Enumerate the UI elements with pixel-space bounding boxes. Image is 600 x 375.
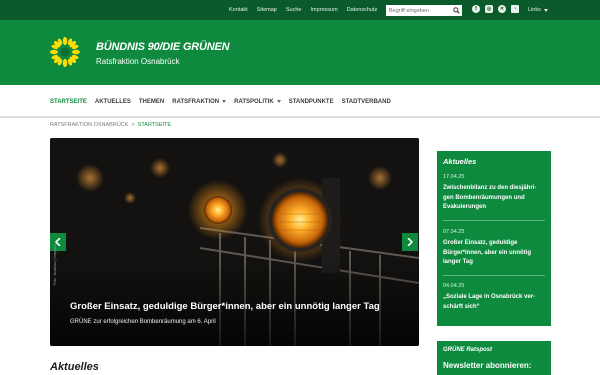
utility-links: Kontakt Sitemap Suche Impressum Datensch… bbox=[229, 0, 377, 20]
news-headline: Großer Einsatz, geduldige Bürger*innen, … bbox=[443, 239, 545, 268]
nav-item-label: RATSPOLITIK bbox=[234, 98, 274, 105]
nav-item-label: STADTVERBAND bbox=[341, 98, 391, 105]
breadcrumb-parent[interactable]: RATSFRAKTION OSNABRÜCK bbox=[50, 122, 128, 128]
search-icon[interactable] bbox=[451, 5, 462, 16]
nav-item-themen[interactable]: THEMEN bbox=[139, 99, 164, 105]
news-date: 04.04.25 bbox=[443, 283, 465, 289]
breadcrumb: RATSFRAKTION OSNABRÜCK > STARTSEITE bbox=[50, 122, 171, 128]
news-item[interactable]: 04.04.25 „Soziale Lage in Osnabrück ver-… bbox=[443, 283, 545, 312]
news-headline-line: schärft sich“ bbox=[443, 303, 480, 310]
news-headline: Zwischenbilanz zu den diesjähri- gen Bom… bbox=[443, 184, 545, 213]
news-divider bbox=[443, 220, 545, 221]
sitemap-link[interactable]: Sitemap bbox=[257, 7, 277, 13]
chevron-down-icon bbox=[543, 8, 548, 12]
twitter-x-icon[interactable]: ✕ bbox=[498, 5, 506, 13]
links-dropdown[interactable]: Links bbox=[528, 0, 548, 20]
hero-slider[interactable] bbox=[50, 138, 419, 346]
slider-next-button[interactable] bbox=[402, 233, 418, 251]
news-headline-line: Bürger*innen, aber ein unnötig bbox=[443, 249, 532, 256]
newsletter-kicker: GRÜNE Ratspost bbox=[443, 347, 493, 353]
search-input[interactable]: Begriff eingeben bbox=[386, 5, 462, 16]
nav-item-label: STARTSEITE bbox=[50, 98, 87, 105]
news-item[interactable]: 17.04.25 Zwischenbilanz zu den diesjähri… bbox=[443, 174, 545, 213]
news-headline: „Soziale Lage in Osnabrück ver- schärft … bbox=[443, 293, 545, 312]
instagram-icon[interactable]: ◎ bbox=[485, 5, 493, 13]
nav-item-label: AKTUELLES bbox=[94, 98, 131, 105]
sidebar-title[interactable]: Aktuelles bbox=[443, 157, 476, 166]
hero-image bbox=[50, 138, 419, 346]
breadcrumb-current: STARTSEITE bbox=[137, 122, 172, 128]
image-credit: Foto: Jonathan | Unsplash bbox=[53, 244, 57, 285]
news-headline-line: Großer Einsatz, geduldige bbox=[443, 240, 518, 246]
suche-link[interactable]: Suche bbox=[286, 7, 302, 13]
main-nav: STARTSEITE AKTUELLES THEMEN RATSFRAKTION… bbox=[0, 85, 600, 118]
site-title[interactable]: BÜNDNIS 90/DIE GRÜNEN bbox=[96, 41, 230, 53]
chevron-right-icon bbox=[407, 238, 413, 246]
newsletter-title[interactable]: Newsletter abonnieren: bbox=[443, 361, 531, 370]
facebook-icon[interactable]: f bbox=[472, 5, 480, 13]
news-headline-line: gen Bombenräumungen und bbox=[443, 194, 525, 201]
nav-item-aktuelles[interactable]: AKTUELLES bbox=[95, 99, 131, 105]
news-headline-line: Zwischenbilanz zu den diesjähri- bbox=[443, 185, 537, 191]
section-title: Aktuelles bbox=[50, 361, 99, 373]
news-item[interactable]: 07.04.25 Großer Einsatz, geduldige Bürge… bbox=[443, 229, 545, 268]
nav-item-standpunkte[interactable]: STANDPUNKTE bbox=[289, 99, 334, 105]
news-headline-line: langer Tag bbox=[443, 259, 473, 265]
news-headline-line: Evakuierungen bbox=[443, 204, 487, 210]
search-placeholder: Begriff eingeben bbox=[389, 7, 429, 14]
hero-subtitle: GRÜNE zur erfolgreichen Bombenräumung am… bbox=[70, 319, 216, 325]
news-headline-line: „Soziale Lage in Osnabrück ver- bbox=[443, 294, 536, 300]
datenschutz-link[interactable]: Datenschutz bbox=[347, 7, 378, 13]
nav-item-startseite[interactable]: STARTSEITE bbox=[50, 99, 87, 105]
hero-title[interactable]: Großer Einsatz, geduldige Bürger*innen, … bbox=[70, 301, 380, 312]
links-dropdown-label: Links bbox=[528, 7, 541, 13]
nav-item-ratsfraktion[interactable]: RATSFRAKTION bbox=[172, 98, 227, 105]
nav-item-label: STANDPUNKTE bbox=[288, 98, 334, 105]
nav-item-label: RATSFRAKTION bbox=[172, 98, 220, 105]
site-header bbox=[0, 20, 600, 85]
news-divider bbox=[443, 275, 545, 276]
news-date: 17.04.25 bbox=[443, 174, 465, 180]
nav-item-ratspolitik[interactable]: RATSPOLITIK bbox=[234, 99, 281, 105]
rss-icon[interactable]: ◔ bbox=[511, 5, 519, 13]
breadcrumb-separator: > bbox=[131, 122, 135, 128]
site-subtitle: Ratsfraktion Osnabrück bbox=[96, 57, 180, 66]
social-icons: f ◎ ✕ ◔ bbox=[472, 5, 519, 13]
nav-item-stadtverband[interactable]: STADTVERBAND bbox=[342, 99, 391, 105]
kontakt-link[interactable]: Kontakt bbox=[229, 7, 248, 13]
chevron-down-icon bbox=[276, 100, 281, 103]
chevron-down-icon bbox=[222, 100, 227, 103]
sunflower-logo[interactable] bbox=[50, 37, 80, 67]
impressum-link[interactable]: Impressum bbox=[310, 7, 337, 13]
nav-item-label: THEMEN bbox=[138, 98, 165, 105]
news-date: 07.04.25 bbox=[443, 229, 465, 235]
